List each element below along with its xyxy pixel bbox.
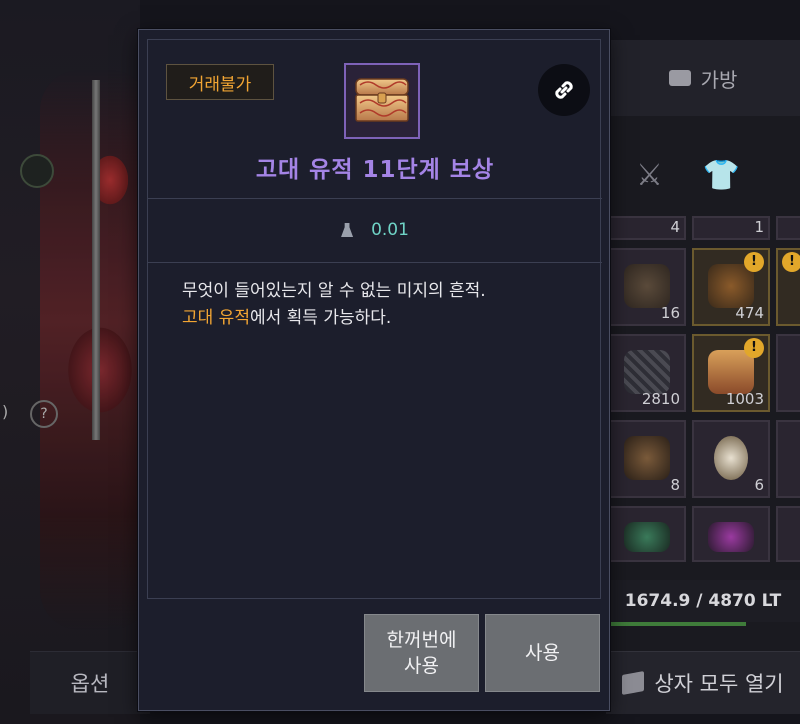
inventory-slot[interactable]: 1: [692, 216, 770, 240]
tooltip-content: 거래불가 고대 유적 11단계 보상 0.01 무엇이 들어있는지 알 수 없는…: [147, 39, 602, 599]
inventory-slot[interactable]: ! 1003: [692, 334, 770, 412]
inventory-slot[interactable]: ! 474: [692, 248, 770, 326]
description-highlight: 고대 유적: [182, 308, 250, 328]
link-icon: [555, 81, 573, 99]
paren-glyph: ): [2, 402, 9, 421]
emblem-icon[interactable]: [20, 154, 54, 188]
weapon-filter-icon[interactable]: ⚔: [636, 158, 663, 193]
use-button-label: 사용: [525, 642, 560, 664]
alert-badge: !: [744, 252, 764, 272]
character-sword: [92, 80, 100, 440]
bag-weight-fill: [606, 622, 746, 626]
armor-filter-icon[interactable]: 👕: [703, 158, 740, 193]
alert-badge: !: [782, 252, 800, 272]
inventory-slot[interactable]: [608, 506, 686, 562]
slot-count: 2810: [641, 390, 680, 408]
options-button[interactable]: 옵션: [30, 651, 150, 714]
bag-weight: 1674.9 / 4870 LT: [606, 580, 800, 622]
slot-count: 474: [735, 304, 764, 322]
slot-count: 1: [754, 218, 764, 236]
inventory-slot[interactable]: 16: [608, 248, 686, 326]
inventory-slot[interactable]: 8: [608, 420, 686, 498]
item-tooltip: 거래불가 고대 유적 11단계 보상 0.01 무엇이 들어있는지 알 수 없는…: [138, 29, 610, 711]
bag-icon: [668, 70, 691, 86]
help-icon[interactable]: ?: [30, 400, 58, 428]
rune-item-icon: [624, 350, 670, 394]
slot-count: 1003: [725, 390, 764, 408]
slot-count: 4: [670, 218, 680, 236]
bag-tab[interactable]: 가방: [606, 40, 800, 116]
use-all-button[interactable]: 한꺼번에 사용: [364, 614, 479, 692]
inventory-slot[interactable]: 6: [692, 420, 770, 498]
item-description: 무엇이 들어있는지 알 수 없는 미지의 흔적. 고대 유적에서 획득 가능하다…: [182, 278, 582, 332]
use-all-label-line2: 사용: [404, 655, 439, 677]
orb-item-icon: [624, 522, 670, 552]
untradeable-badge: 거래불가: [166, 64, 274, 100]
inventory-slot[interactable]: 4: [608, 216, 686, 240]
options-button-label: 옵션: [70, 672, 110, 696]
inventory-slot[interactable]: [776, 506, 800, 562]
divider: [148, 262, 602, 263]
use-button[interactable]: 사용: [485, 614, 600, 692]
inventory-slot[interactable]: !: [776, 248, 800, 326]
compass-item-icon: [624, 264, 670, 308]
open-all-boxes-button[interactable]: 상자 모두 열기: [606, 651, 800, 714]
use-all-label-line1: 한꺼번에: [386, 629, 457, 651]
figurine-item-icon: [624, 436, 670, 480]
box-icon: [622, 671, 645, 695]
weight-icon: [341, 223, 354, 237]
chest-item-icon: [708, 350, 754, 394]
slot-count: 16: [660, 304, 680, 322]
bag-panel: 가방 ⚔ 👕 4 1 16 ! 474 ! 2810 ! 1003 8 6 16…: [606, 40, 800, 660]
item-icon-frame: [344, 63, 420, 139]
inventory-slot[interactable]: [692, 506, 770, 562]
slot-count: 6: [754, 476, 764, 494]
description-line-2-rest: 에서 획득 가능하다.: [249, 308, 392, 328]
inventory-slot[interactable]: [776, 334, 800, 412]
divider: [148, 198, 602, 199]
item-title: 고대 유적 11단계 보상: [255, 157, 495, 183]
inventory-slot[interactable]: [776, 420, 800, 498]
description-line-1: 무엇이 들어있는지 알 수 없는 미지의 흔적.: [182, 281, 486, 301]
description-line-2: 고대 유적에서 획득 가능하다.: [182, 305, 582, 332]
inventory-slot[interactable]: [776, 216, 800, 240]
open-all-boxes-label: 상자 모두 열기: [654, 672, 784, 696]
item-weight-value: 0.01: [371, 220, 409, 240]
chest-icon: [355, 78, 409, 122]
flower-item-icon: [708, 522, 754, 552]
bag-tab-label: 가방: [700, 67, 738, 92]
inventory-slot[interactable]: 2810: [608, 334, 686, 412]
item-weight-row: 0.01: [148, 210, 602, 250]
link-button[interactable]: [538, 64, 590, 116]
slot-count: 8: [670, 476, 680, 494]
alert-badge: !: [744, 338, 764, 358]
bag-filter-row: ⚔ 👕: [616, 144, 800, 206]
mirror-item-icon: [714, 436, 748, 480]
gem-pouch-item-icon: [708, 264, 754, 308]
